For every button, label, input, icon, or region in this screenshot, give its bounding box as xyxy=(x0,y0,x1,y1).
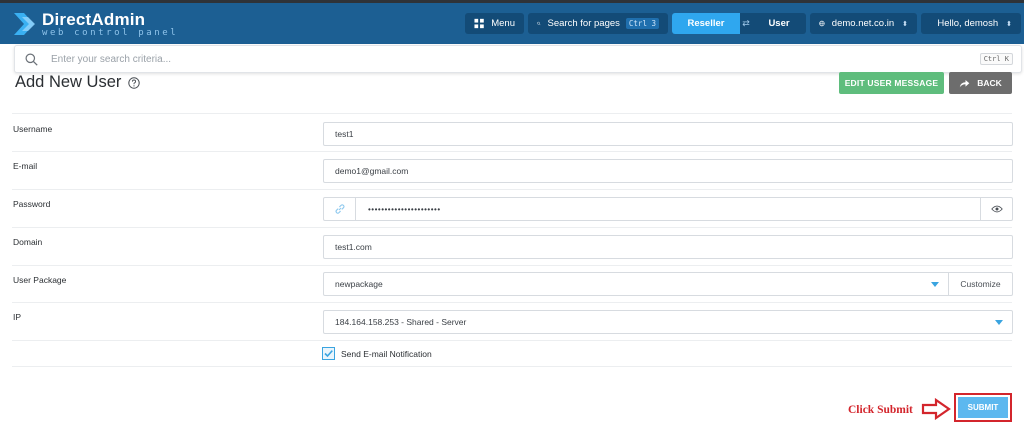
password-label: Password xyxy=(13,199,51,209)
row-divider xyxy=(12,151,1012,152)
password-value: •••••••••••••••••••••• xyxy=(368,204,441,214)
domain-select-value: demo.net.co.in xyxy=(831,18,895,29)
user-package-label: User Package xyxy=(13,275,67,285)
link-icon xyxy=(334,204,345,214)
search-shortcut: Ctrl K xyxy=(979,53,1013,65)
select-caret-icon: ⬍ xyxy=(902,20,908,28)
top-header: DirectAdmin web control panel Menu Searc… xyxy=(0,3,1024,44)
submit-button[interactable]: SUBMIT xyxy=(958,397,1008,418)
user-package-select[interactable]: newpackage Customize xyxy=(323,272,1013,296)
row-divider xyxy=(12,189,1012,190)
dropdown-arrow-icon xyxy=(931,282,939,287)
logo-chevron-icon xyxy=(14,13,35,35)
domain-value: test1.com xyxy=(335,242,372,252)
edit-user-message-button[interactable]: EDIT USER MESSAGE xyxy=(839,72,944,94)
greeting-label: Hello, demosh xyxy=(937,18,999,29)
help-icon[interactable] xyxy=(128,77,140,89)
password-field[interactable]: •••••••••••••••••••••• xyxy=(323,197,1013,221)
ip-label: IP xyxy=(13,312,22,322)
share-arrow-icon xyxy=(960,79,970,87)
globe-icon xyxy=(819,20,825,27)
user-package-value: newpackage xyxy=(335,279,383,289)
search-bar: Ctrl K xyxy=(14,45,1022,73)
role-user-button[interactable]: User xyxy=(752,13,806,34)
row-divider xyxy=(12,113,1012,114)
domain-field[interactable]: test1.com xyxy=(323,235,1013,259)
ip-select[interactable]: 184.164.158.253 - Shared - Server xyxy=(323,310,1013,334)
show-password-button[interactable] xyxy=(980,198,1012,220)
row-divider xyxy=(12,227,1012,228)
user-menu-caret-icon: ⬍ xyxy=(1006,20,1012,28)
row-divider xyxy=(12,302,1012,303)
row-divider xyxy=(12,340,1012,341)
user-menu[interactable]: Hello, demosh ⬍ xyxy=(921,13,1021,34)
row-divider xyxy=(12,265,1012,266)
customize-button[interactable]: Customize xyxy=(948,273,1012,295)
eye-icon xyxy=(990,205,1003,213)
search-pages-button[interactable]: Search for pages Ctrl 3 xyxy=(528,13,668,34)
email-field[interactable]: demo1@gmail.com xyxy=(323,159,1013,183)
swap-icon: ⇄ xyxy=(740,13,752,34)
search-input[interactable] xyxy=(51,53,951,65)
menu-button[interactable]: Menu xyxy=(465,13,524,34)
back-button[interactable]: BACK xyxy=(949,72,1012,94)
role-toggle[interactable]: Reseller ⇄ User xyxy=(672,13,806,34)
logo-title: DirectAdmin xyxy=(42,9,146,29)
search-pages-shortcut: Ctrl 3 xyxy=(625,18,659,29)
grid-icon xyxy=(474,18,484,29)
send-email-checkbox[interactable] xyxy=(322,347,335,360)
row-divider xyxy=(12,366,1012,367)
username-field[interactable]: test1 xyxy=(323,122,1013,146)
send-email-label: Send E-mail Notification xyxy=(341,349,432,359)
menu-label: Menu xyxy=(491,18,515,29)
generate-password-button[interactable] xyxy=(324,198,356,220)
dropdown-arrow-icon xyxy=(995,320,1003,325)
click-submit-annotation: Click Submit xyxy=(848,404,913,416)
search-icon xyxy=(537,21,541,26)
domain-select[interactable]: demo.net.co.in ⬍ xyxy=(810,13,917,34)
back-label: BACK xyxy=(977,78,1002,88)
search-icon xyxy=(25,53,38,66)
email-value: demo1@gmail.com xyxy=(335,166,409,176)
domain-label: Domain xyxy=(13,237,43,247)
role-reseller-button[interactable]: Reseller xyxy=(672,13,740,34)
checkmark-icon xyxy=(324,350,333,358)
page-title: Add New User xyxy=(15,73,122,91)
username-value: test1 xyxy=(335,129,354,139)
directadmin-logo[interactable]: DirectAdmin web control panel xyxy=(12,9,178,39)
logo-subtitle: web control panel xyxy=(42,27,179,38)
annotation-arrow-icon xyxy=(921,398,951,420)
email-label: E-mail xyxy=(13,161,38,171)
search-pages-label: Search for pages xyxy=(547,18,620,29)
ip-value: 184.164.158.253 - Shared - Server xyxy=(335,317,467,327)
username-label: Username xyxy=(13,124,53,134)
